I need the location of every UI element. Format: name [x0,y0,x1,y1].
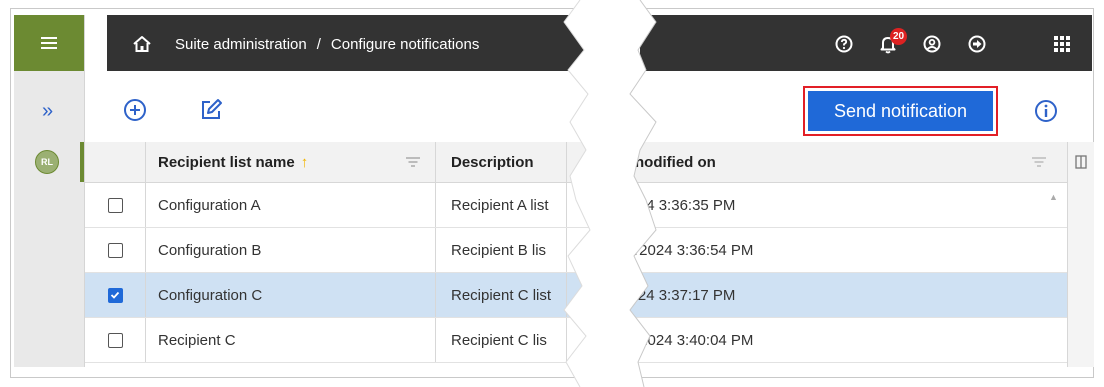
send-notification-button[interactable]: Send notification [808,91,993,131]
help-icon [835,35,853,53]
select-all-header [85,142,146,182]
notifications-button[interactable]: 20 [868,24,908,64]
modified-cell: '24 3:36:35 PM [635,196,736,214]
menu-button[interactable] [14,15,84,71]
name-cell: Configuration C [146,273,436,317]
top-bar-right [640,15,1092,71]
modified-cell: ‎/2024 3:40:04 PM [635,331,754,349]
row-checkbox-cell [85,273,146,317]
row-checkbox-cell [85,183,146,227]
sidebar-item-recipient-lists[interactable]: RL [14,142,84,182]
description-cell: Recipient B lis [437,228,567,272]
user-icon [923,35,941,53]
description-cell: Recipient C list [437,273,567,317]
edit-icon[interactable] [197,96,225,124]
row-checkbox-cell [85,228,146,272]
column-header-name[interactable]: Recipient list name ↑ [146,142,436,182]
column-header-modified[interactable]: nodified on [625,142,1065,182]
breadcrumb-root[interactable]: Suite administration [175,36,307,53]
user-button[interactable] [912,24,952,64]
column-header-description-label: Description [451,153,534,171]
name-cell: Recipient C [146,318,436,362]
filter-icon[interactable] [1031,156,1047,168]
column-header-description[interactable]: Description [437,142,567,182]
sign-out-button[interactable] [957,24,997,64]
description-cell: Recipient C lis [437,318,567,362]
modified-cell: ‎/2024 3:36:54 PM [635,241,754,259]
hamburger-icon [41,37,57,49]
breadcrumb: Suite administration / Configure notificat… [175,36,479,53]
apps-button[interactable] [1042,24,1082,64]
column-header-name-label: Recipient list name [158,153,295,171]
description-cell: Recipient A list [437,183,567,227]
breadcrumb-current: Configure notifications [330,36,480,53]
breadcrumb-separator: / [316,36,321,53]
name-cell: Configuration A [146,183,436,227]
sign-out-icon [968,35,986,53]
row-checkbox[interactable] [107,332,123,348]
column-chooser[interactable] [1067,142,1094,367]
add-circle-icon[interactable] [121,96,149,124]
help-button[interactable] [824,24,864,64]
columns-icon [1075,155,1087,169]
home-icon[interactable] [128,30,156,58]
torn-edge-divider [563,0,657,387]
row-checkbox[interactable] [107,197,123,213]
rl-badge: RL [35,150,59,174]
filter-icon[interactable] [405,156,421,168]
modified-cell: '24 3:37:17 PM [635,286,736,304]
notification-count-badge: 20 [890,28,907,45]
row-checkbox[interactable] [107,242,123,258]
name-cell: Configuration B [146,228,436,272]
sort-ascending-icon[interactable]: ↑ [301,154,309,171]
double-chevron-right-icon[interactable]: » [42,100,53,123]
scroll-up-arrow[interactable]: ▲ [1049,192,1058,202]
apps-grid-icon [1054,36,1070,52]
info-icon[interactable] [1033,98,1059,124]
row-checkbox-checked[interactable] [107,287,123,303]
row-checkbox-cell [85,318,146,362]
checkmark-icon [110,291,120,299]
